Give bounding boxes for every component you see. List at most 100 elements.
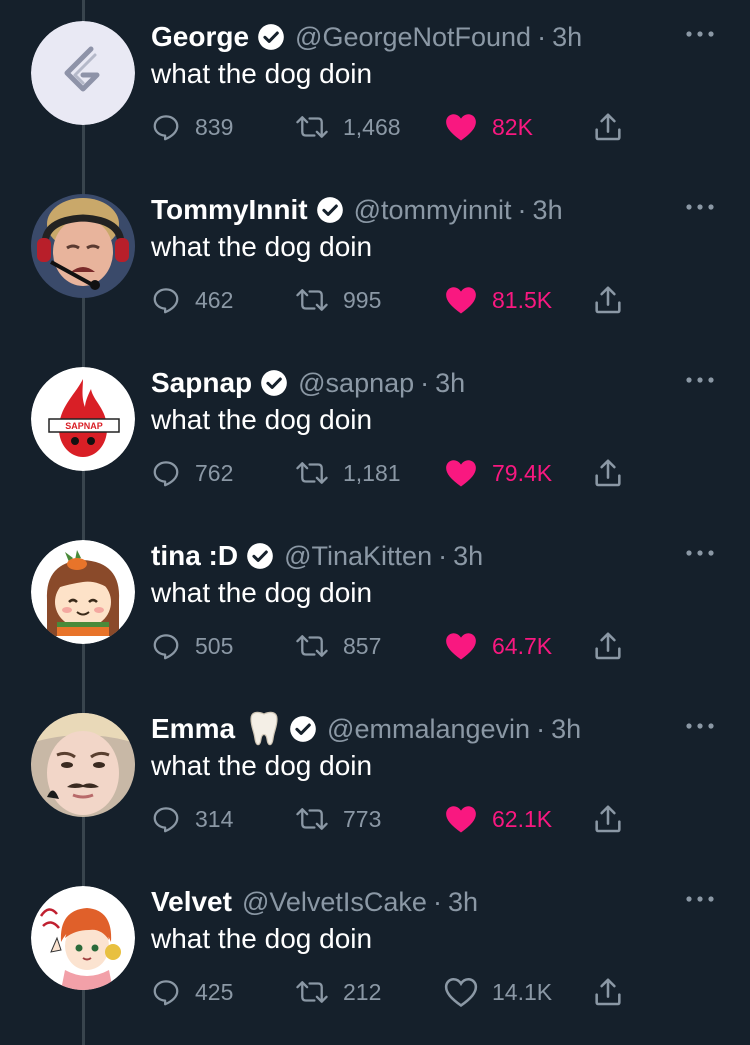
more-dots-icon[interactable] xyxy=(684,28,716,40)
verified-badge-icon xyxy=(261,370,287,396)
user-handle[interactable]: @emmalangevin xyxy=(327,714,530,745)
share-button[interactable] xyxy=(592,626,624,666)
display-name[interactable]: Emma xyxy=(151,713,235,745)
tweet-text: what the dog doin xyxy=(151,58,373,89)
retweet-arrows-icon xyxy=(296,808,328,830)
retweet-button[interactable]: 995 xyxy=(295,280,381,320)
timestamp[interactable]: 3h xyxy=(448,887,478,918)
tooth-emoji-icon xyxy=(250,711,278,746)
reply-count: 462 xyxy=(195,286,234,313)
tweet-header: Emma @emmalangevin · 3h xyxy=(151,709,581,749)
verified-badge-icon xyxy=(316,197,343,223)
like-button[interactable]: 79.4K xyxy=(444,453,552,493)
retweet-arrows-icon xyxy=(296,462,328,484)
action-bar: 314 773 62.1K xyxy=(0,799,750,839)
share-upload-icon xyxy=(595,113,621,141)
action-bar: 462 995 81.5K xyxy=(0,280,750,320)
more-dots-icon[interactable] xyxy=(684,893,716,905)
share-button[interactable] xyxy=(592,280,624,320)
heart-icon xyxy=(444,977,478,1008)
heart-icon xyxy=(446,806,476,833)
reply-button[interactable]: 425 xyxy=(151,972,233,1012)
action-bar: 839 1,468 82K xyxy=(0,107,750,147)
like-button[interactable]: 64.7K xyxy=(444,626,552,666)
timestamp[interactable]: 3h xyxy=(551,714,581,745)
separator-dot: · xyxy=(536,713,546,744)
tweet[interactable]: Velvet @VelvetIsCake · 3h what the dog d… xyxy=(0,865,750,1038)
tweet[interactable]: George @GeorgeNotFound · 3h what the dog… xyxy=(0,0,750,173)
reply-button[interactable]: 314 xyxy=(151,799,233,839)
speech-bubble-icon xyxy=(153,807,179,833)
user-handle[interactable]: @GeorgeNotFound xyxy=(295,22,531,53)
tweet[interactable]: SAPNAP Sapnap @sapnap · 3h what the dog … xyxy=(0,346,750,519)
retweet-button[interactable]: 1,468 xyxy=(295,107,401,147)
share-button[interactable] xyxy=(592,972,624,1012)
speech-bubble-icon xyxy=(153,461,179,487)
user-handle[interactable]: @VelvetIsCake xyxy=(242,887,427,918)
reply-count: 425 xyxy=(195,978,234,1005)
like-button[interactable]: 82K xyxy=(444,107,533,147)
more-dots-icon[interactable] xyxy=(684,201,716,213)
timestamp[interactable]: 3h xyxy=(453,541,483,572)
like-count: 14.1K xyxy=(492,978,553,1005)
retweet-button[interactable]: 857 xyxy=(295,626,381,666)
share-button[interactable] xyxy=(592,453,624,493)
timestamp[interactable]: 3h xyxy=(552,22,582,53)
display-name[interactable]: Velvet xyxy=(151,886,232,918)
timestamp[interactable]: 3h xyxy=(533,195,563,226)
like-button[interactable]: 14.1K xyxy=(444,972,552,1012)
reply-button[interactable]: 462 xyxy=(151,280,233,320)
tweet-header: TommyInnit @tommyinnit · 3h xyxy=(151,190,563,230)
heart-icon xyxy=(446,460,476,487)
display-name[interactable]: TommyInnit xyxy=(151,194,308,226)
retweet-arrows-icon xyxy=(296,981,328,1003)
reply-count: 314 xyxy=(195,805,234,832)
retweet-button[interactable]: 773 xyxy=(295,799,381,839)
tweet-header: Velvet @VelvetIsCake · 3h xyxy=(151,882,478,922)
tweet[interactable]: TommyInnit @tommyinnit · 3h what the dog… xyxy=(0,173,750,346)
display-name[interactable]: tina :D xyxy=(151,540,238,572)
speech-bubble-icon xyxy=(153,980,179,1006)
share-upload-icon xyxy=(595,286,621,314)
tweet-header: Sapnap @sapnap · 3h xyxy=(151,363,465,403)
more-dots-icon[interactable] xyxy=(684,374,716,386)
share-button[interactable] xyxy=(592,107,624,147)
user-handle[interactable]: @TinaKitten xyxy=(284,541,432,572)
retweet-count: 995 xyxy=(343,286,382,313)
share-button[interactable] xyxy=(592,799,624,839)
retweet-count: 773 xyxy=(343,805,382,832)
like-count: 79.4K xyxy=(492,459,553,486)
verified-badge-icon xyxy=(247,543,273,569)
like-count: 64.7K xyxy=(492,632,553,659)
user-handle[interactable]: @sapnap xyxy=(298,368,414,399)
tweet-text: what the dog doin xyxy=(151,577,373,608)
display-name[interactable]: George xyxy=(151,21,249,53)
reply-button[interactable]: 762 xyxy=(151,453,233,493)
like-button[interactable]: 62.1K xyxy=(444,799,552,839)
separator-dot: · xyxy=(537,21,547,52)
retweet-button[interactable]: 212 xyxy=(295,972,381,1012)
timestamp[interactable]: 3h xyxy=(435,368,465,399)
action-bar: 425 212 14.1K xyxy=(0,972,750,1012)
like-count: 81.5K xyxy=(492,286,553,313)
reply-count: 762 xyxy=(195,459,234,486)
reply-button[interactable]: 839 xyxy=(151,107,233,147)
separator-dot: · xyxy=(438,540,448,571)
tweet-header: tina :D @TinaKitten · 3h xyxy=(151,536,483,576)
tweet-text: what the dog doin xyxy=(151,750,373,781)
more-dots-icon[interactable] xyxy=(684,720,716,732)
reply-count: 505 xyxy=(195,632,234,659)
tweet[interactable]: tina :D @TinaKitten · 3h what the dog do… xyxy=(0,519,750,692)
share-upload-icon xyxy=(595,805,621,833)
more-dots-icon[interactable] xyxy=(684,547,716,559)
display-name[interactable]: Sapnap xyxy=(151,367,252,399)
user-handle[interactable]: @tommyinnit xyxy=(354,195,512,226)
tweet-text: what the dog doin xyxy=(151,404,373,435)
like-button[interactable]: 81.5K xyxy=(444,280,552,320)
headband-text: SAPNAP xyxy=(65,421,103,431)
heart-icon xyxy=(446,633,476,660)
separator-dot: · xyxy=(420,367,430,398)
tweet[interactable]: Emma @emmalangevin · 3h what the dog doi… xyxy=(0,692,750,865)
retweet-button[interactable]: 1,181 xyxy=(295,453,401,493)
reply-button[interactable]: 505 xyxy=(151,626,233,666)
